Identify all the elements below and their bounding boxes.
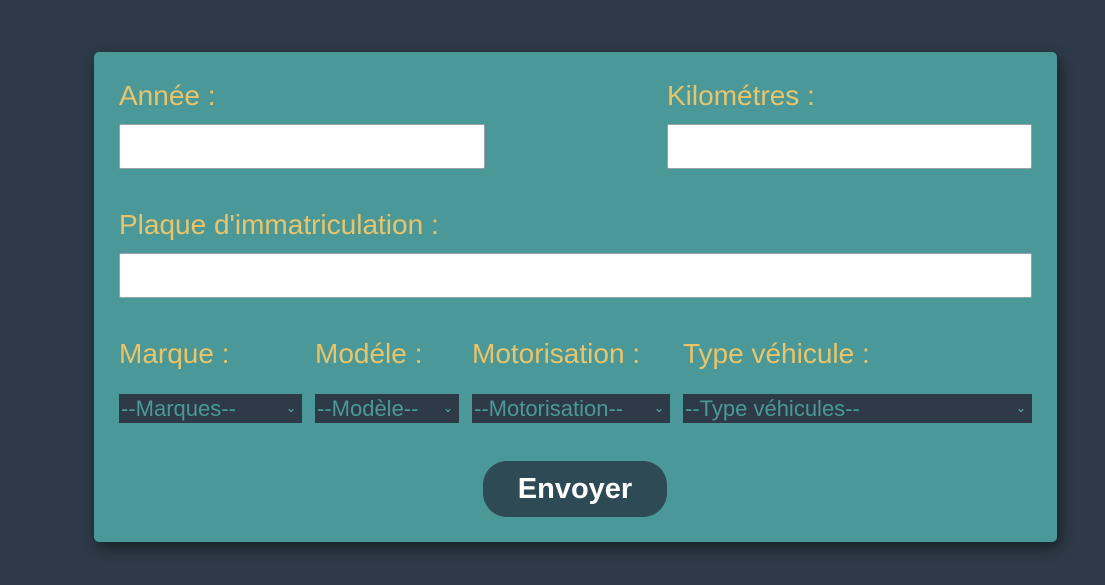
modele-select[interactable]: --Modèle-- ⌄	[315, 394, 459, 423]
plaque-label: Plaque d'immatriculation :	[119, 209, 439, 240]
type-vehicule-select-value: --Type véhicules--	[685, 396, 860, 421]
annee-label: Année :	[119, 80, 216, 111]
motorisation-select-value: --Motorisation--	[474, 396, 624, 421]
marque-label: Marque :	[119, 338, 230, 369]
marque-select[interactable]: --Marques-- ⌄	[119, 394, 302, 423]
chevron-down-icon: ⌄	[653, 401, 664, 415]
chevron-down-icon: ⌄	[442, 401, 453, 415]
vehicle-form-card: Année : Kilométres : Plaque d'immatricul…	[94, 52, 1057, 542]
marque-select-value: --Marques--	[121, 396, 236, 421]
type-vehicule-label: Type véhicule :	[683, 338, 870, 369]
plaque-input[interactable]	[119, 253, 1032, 298]
kilometres-label: Kilométres :	[667, 80, 815, 111]
chevron-down-icon: ⌄	[285, 401, 296, 415]
motorisation-label: Motorisation :	[472, 338, 641, 369]
modele-label: Modéle :	[315, 338, 423, 369]
submit-button[interactable]: Envoyer	[483, 461, 667, 517]
motorisation-select[interactable]: --Motorisation-- ⌄	[472, 394, 670, 423]
annee-input[interactable]	[119, 124, 485, 169]
chevron-down-icon: ⌄	[1015, 401, 1026, 415]
kilometres-input[interactable]	[667, 124, 1032, 169]
modele-select-value: --Modèle--	[317, 396, 419, 421]
type-vehicule-select[interactable]: --Type véhicules-- ⌄	[683, 394, 1032, 423]
